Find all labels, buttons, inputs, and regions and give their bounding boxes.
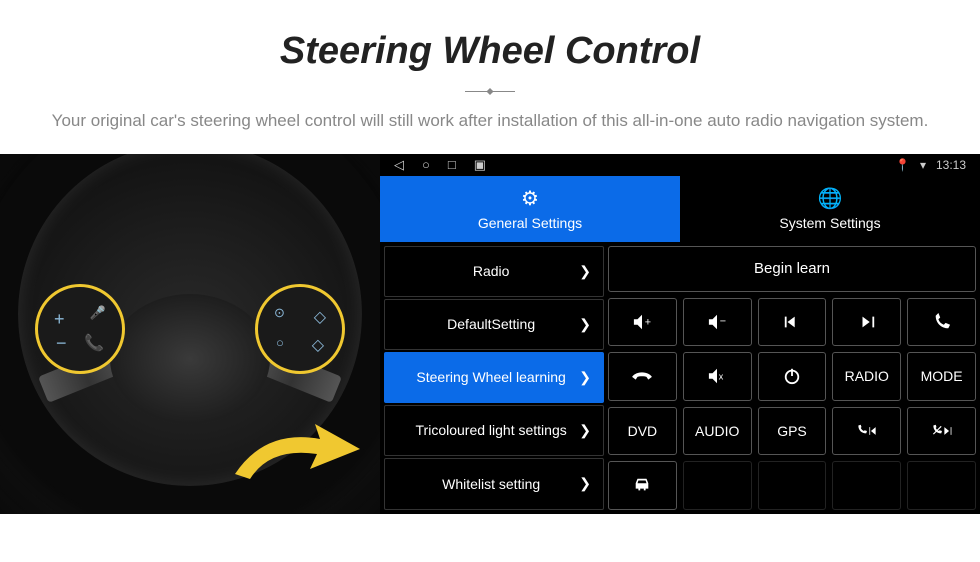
recent-icon[interactable]: □ — [448, 157, 456, 172]
button-label: MODE — [921, 368, 963, 384]
screenshot-icon[interactable]: ▣ — [474, 157, 486, 173]
empty-slot — [907, 461, 976, 510]
menu-label: DefaultSetting — [403, 316, 579, 333]
settings-menu: Radio ❯ DefaultSetting ❯ Steering Wheel … — [384, 246, 604, 510]
content-row: + − 🎤 📞 ⊙ ○ ◇ ◇ ◁ ○ □ ▣ 📍 ▾ — [0, 154, 980, 514]
svg-text:+: + — [645, 316, 651, 328]
svg-text:−: − — [720, 315, 726, 327]
begin-learn-button[interactable]: Begin learn — [608, 246, 976, 292]
chevron-right-icon: ❯ — [579, 369, 591, 386]
tab-label: General Settings — [478, 215, 582, 231]
phone-next-button[interactable] — [907, 407, 976, 456]
button-label: AUDIO — [695, 423, 739, 439]
phone-icon: 📞 — [84, 333, 104, 353]
volume-up-icon: + — [631, 313, 653, 331]
menu-label: Whitelist setting — [403, 476, 579, 493]
prev-track-button[interactable] — [758, 298, 827, 347]
menu-item-whitelist[interactable]: Whitelist setting ❯ — [384, 458, 604, 509]
gps-button[interactable]: GPS — [758, 407, 827, 456]
menu-label: Tricoloured light settings — [403, 422, 579, 439]
volume-up-button[interactable]: + — [608, 298, 677, 347]
car-icon — [631, 476, 653, 494]
next-track-button[interactable] — [832, 298, 901, 347]
wheel-hub — [110, 294, 270, 424]
title-divider — [465, 91, 515, 92]
phone-prev-button[interactable] — [832, 407, 901, 456]
menu-item-default-setting[interactable]: DefaultSetting ❯ — [384, 299, 604, 350]
device-screen: ◁ ○ □ ▣ 📍 ▾ 13:13 ⚙ General Settings 🌐 S… — [380, 154, 980, 514]
wifi-icon: ▾ — [920, 158, 926, 172]
tab-general-settings[interactable]: ⚙ General Settings — [380, 176, 680, 242]
phone-icon — [931, 313, 953, 331]
menu-item-tricoloured-light[interactable]: Tricoloured light settings ❯ — [384, 405, 604, 456]
car-button[interactable] — [608, 461, 677, 510]
circle-icon: ○ — [276, 335, 284, 350]
function-grid: + − — [608, 298, 976, 510]
menu-label: Steering Wheel learning — [403, 369, 579, 386]
cruise-icon: ⊙ — [274, 305, 285, 321]
header-section: Steering Wheel Control Your original car… — [0, 0, 980, 154]
page-subtitle: Your original car's steering wheel contr… — [50, 108, 930, 134]
tab-label: System Settings — [779, 215, 880, 231]
menu-item-radio[interactable]: Radio ❯ — [384, 246, 604, 297]
globe-icon: 🌐 — [818, 186, 843, 211]
chevron-right-icon: ❯ — [579, 263, 591, 280]
phone-prev-icon — [856, 422, 878, 440]
settings-tabs: ⚙ General Settings 🌐 System Settings — [380, 176, 980, 242]
power-icon — [781, 367, 803, 385]
chevron-right-icon: ❯ — [579, 475, 591, 492]
empty-slot — [832, 461, 901, 510]
button-label: DVD — [628, 423, 658, 439]
status-indicators: 📍 ▾ 13:13 — [895, 158, 966, 172]
phone-down-icon — [631, 367, 653, 385]
radio-button[interactable]: RADIO — [832, 352, 901, 401]
settings-body: Radio ❯ DefaultSetting ❯ Steering Wheel … — [380, 242, 980, 514]
empty-slot — [683, 461, 752, 510]
button-label: Begin learn — [754, 260, 830, 277]
arrow-icon — [225, 419, 365, 489]
prev-track-icon — [781, 313, 803, 331]
tab-system-settings[interactable]: 🌐 System Settings — [680, 176, 980, 242]
audio-button[interactable]: AUDIO — [683, 407, 752, 456]
voice-icon: 🎤 — [90, 305, 106, 321]
android-nav-icons: ◁ ○ □ ▣ — [394, 157, 486, 173]
diamond-icon: ◇ — [312, 335, 324, 355]
clock: 13:13 — [936, 158, 966, 172]
button-label: GPS — [777, 423, 807, 439]
page-title: Steering Wheel Control — [20, 30, 960, 73]
mode-button[interactable]: MODE — [907, 352, 976, 401]
home-icon[interactable]: ○ — [422, 157, 430, 172]
android-status-bar: ◁ ○ □ ▣ 📍 ▾ 13:13 — [380, 154, 980, 176]
mute-button[interactable]: x — [683, 352, 752, 401]
volume-down-icon: − — [706, 313, 728, 331]
diamond-icon: ◇ — [314, 307, 326, 327]
chevron-right-icon: ❯ — [579, 422, 591, 439]
plus-icon: + — [54, 309, 65, 330]
menu-item-steering-wheel-learning[interactable]: Steering Wheel learning ❯ — [384, 352, 604, 403]
mute-icon: x — [706, 367, 728, 385]
next-track-icon — [856, 313, 878, 331]
power-button[interactable] — [758, 352, 827, 401]
menu-label: Radio — [403, 263, 579, 280]
steering-wheel-image: + − 🎤 📞 ⊙ ○ ◇ ◇ — [0, 154, 380, 514]
wheel-buttons-right-highlight: ⊙ ○ ◇ ◇ — [255, 284, 345, 374]
gear-icon: ⚙ — [521, 186, 539, 211]
svg-text:x: x — [719, 372, 724, 382]
dvd-button[interactable]: DVD — [608, 407, 677, 456]
minus-icon: − — [56, 333, 67, 354]
phone-next-icon — [931, 422, 953, 440]
empty-slot — [758, 461, 827, 510]
phone-answer-button[interactable] — [907, 298, 976, 347]
chevron-right-icon: ❯ — [579, 316, 591, 333]
back-icon[interactable]: ◁ — [394, 157, 404, 173]
button-label: RADIO — [845, 368, 889, 384]
learn-controls: Begin learn + − — [608, 246, 976, 510]
volume-down-button[interactable]: − — [683, 298, 752, 347]
wheel-buttons-left-highlight: + − 🎤 📞 — [35, 284, 125, 374]
gps-icon: 📍 — [895, 158, 910, 172]
phone-hangup-button[interactable] — [608, 352, 677, 401]
